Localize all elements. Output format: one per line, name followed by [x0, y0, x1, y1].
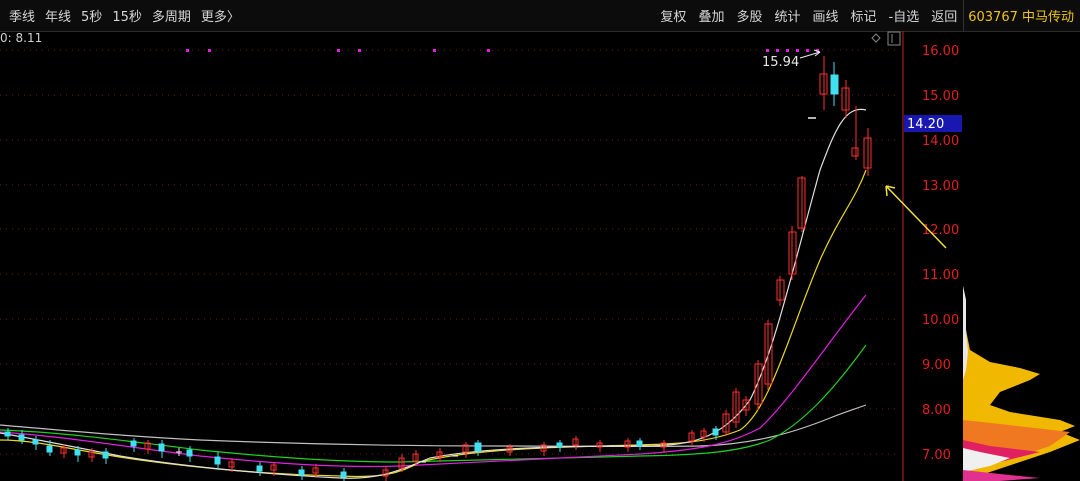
y-tick-label: 16.00: [922, 44, 959, 59]
candlestick-chart[interactable]: 16.00 15.00 14.00 13.00 12.00 11.00 10.0…: [0, 0, 1080, 481]
diamond-icon: [871, 33, 881, 43]
y-tick-label: 7.00: [922, 448, 951, 463]
y-tick-label: 11.00: [922, 268, 959, 283]
y-axis-labels: 16.00 15.00 14.00 13.00 12.00 11.00 10.0…: [922, 44, 959, 463]
top-markers: [186, 49, 819, 52]
candles: [4, 56, 872, 481]
y-tick-label: 14.00: [922, 134, 959, 149]
current-price-label: 14.20: [907, 117, 944, 132]
grid: [0, 49, 900, 455]
peak-annotation: 15.94: [762, 49, 821, 70]
peak-price-label: 15.94: [762, 55, 799, 70]
y-tick-label: 12.00: [922, 223, 959, 238]
chart-controls[interactable]: [871, 31, 901, 46]
y-tick-label: 9.00: [922, 358, 951, 373]
y-tick-label: 8.00: [922, 403, 951, 418]
y-tick-label: 15.00: [922, 89, 959, 104]
panel-icon: [887, 31, 901, 46]
price-tag: 14.20: [904, 115, 962, 132]
y-tick-label: 13.00: [922, 179, 959, 194]
volume-profile: [963, 286, 1080, 481]
ma10-line: [0, 169, 867, 478]
y-tick-label: 10.00: [922, 313, 959, 328]
yellow-arrow: [885, 185, 947, 249]
